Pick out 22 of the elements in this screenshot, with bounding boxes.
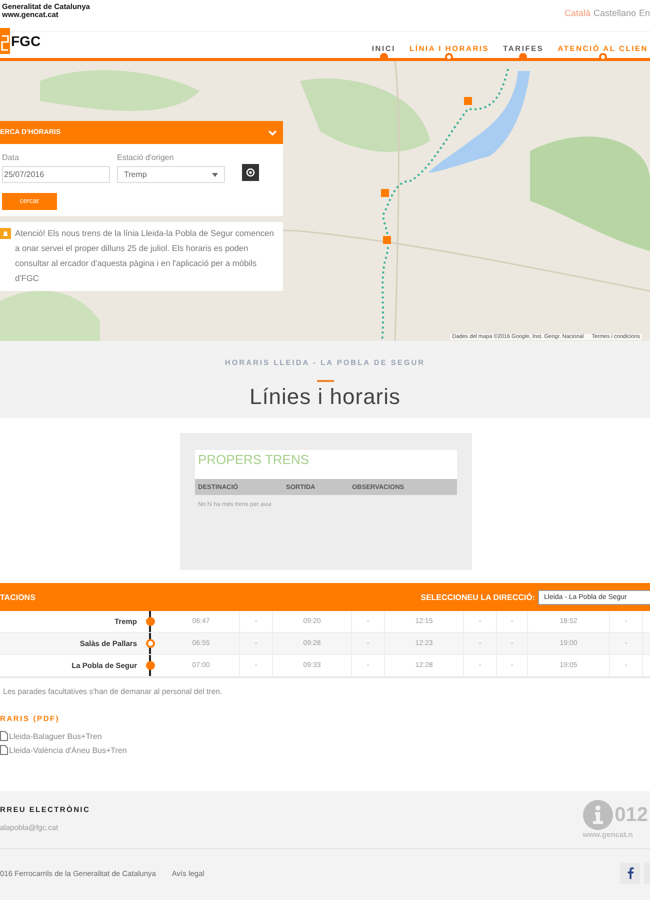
page-title: Línies i horaris xyxy=(248,384,402,410)
language-link[interactable]: En xyxy=(638,8,650,18)
timetable-heading: TACIONS xyxy=(0,592,36,602)
direction-label: SELECCIONEU LA DIRECCIÓ: xyxy=(420,592,535,602)
station-dropdown[interactable]: Tremp xyxy=(117,166,225,183)
facebook-button[interactable] xyxy=(620,862,640,884)
language-link[interactable]: Català xyxy=(564,8,590,18)
target-icon xyxy=(246,168,255,177)
field-label: Estació d'origen xyxy=(117,153,175,162)
language-link[interactable]: Castellano xyxy=(593,8,636,18)
locate-button[interactable] xyxy=(242,164,259,181)
pdf-link[interactable]: Lleida-València d'Àneu Bus+Tren xyxy=(9,746,127,754)
chevron-icon xyxy=(268,130,277,136)
facebook-icon xyxy=(626,867,634,879)
dropdown-arrow-icon xyxy=(212,172,218,176)
notice-text: Atenció! Els nous trens de la línia Lleida-la Pobla de Segur comencen a onar servei el proper dilluns 25 de juliol. Els horaris es poden consultar al ercador d'aquesta pàgina i en l'aplicació per a mòbils d'FGC xyxy=(15,227,275,285)
info-icon xyxy=(582,800,613,830)
field-label: Data xyxy=(2,153,20,162)
pdf-link[interactable]: Lleida-Balaguer Bus+Tren xyxy=(9,732,102,740)
date-field[interactable]: 25/07/2016 xyxy=(2,166,110,183)
upcoming-trains-title: PROPERS TRENS xyxy=(195,450,457,479)
logo-text: FGC xyxy=(11,33,41,49)
